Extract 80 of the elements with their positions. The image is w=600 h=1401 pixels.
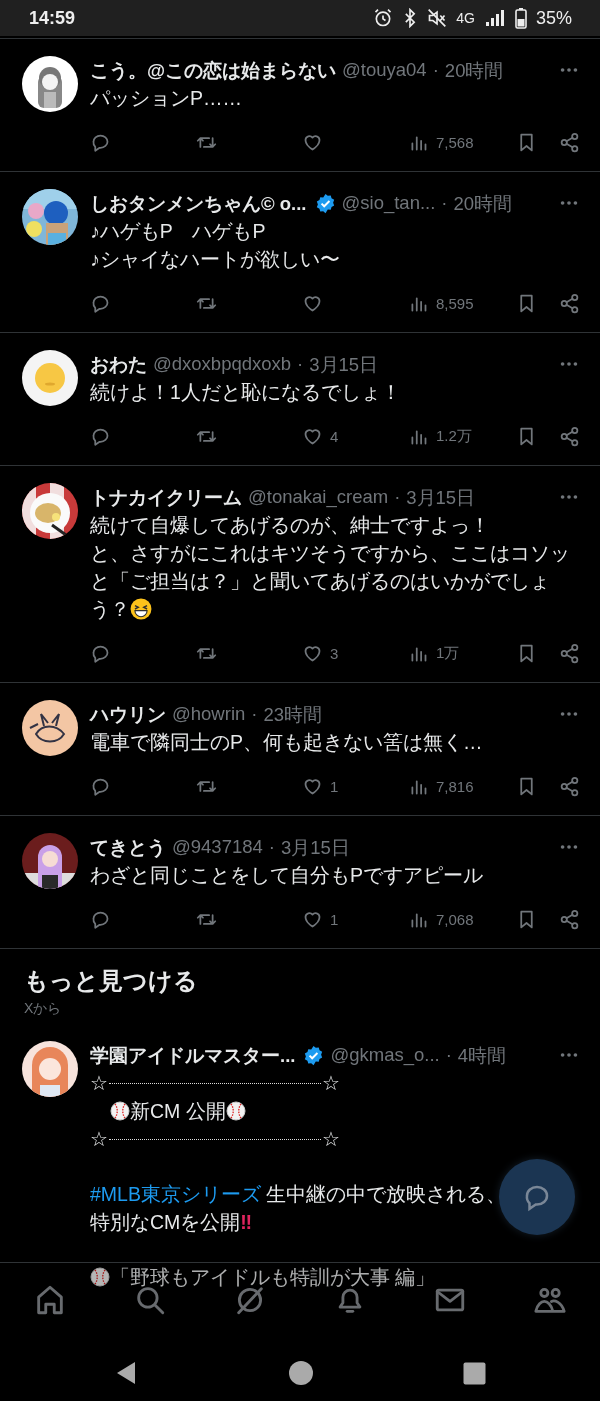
user-name[interactable]: ハウリン [90, 701, 166, 727]
post-text: 特別なCMを公開 [90, 1210, 241, 1235]
views-button[interactable]: 7,068 [408, 904, 504, 934]
user-handle[interactable]: @howrin [172, 703, 246, 725]
user-name[interactable]: 学園アイドルマスター... [90, 1042, 296, 1068]
grinning-face-icon [130, 598, 152, 620]
user-handle[interactable]: @dxoxbpqdxoxb [153, 353, 292, 375]
post-time: 3月15日 [406, 485, 476, 510]
post-time: 20時間 [444, 58, 504, 83]
network-type: 4G [456, 10, 475, 26]
post-text: 続けよ！1人だと恥になるでしょ！ [90, 380, 402, 405]
alarm-icon [373, 8, 394, 28]
share-icon [559, 131, 580, 153]
user-name[interactable]: トナカイクリーム [90, 484, 242, 510]
post-text: わざと同じことをして自分もPですアピール [90, 863, 484, 888]
post-text: ☆ [90, 1071, 108, 1096]
views-button[interactable]: 1.2万 [408, 421, 504, 451]
separator-dot: · [394, 486, 401, 508]
share-icon [559, 292, 580, 314]
separator-dot: · [432, 59, 439, 81]
share-icon [559, 642, 580, 664]
user-handle[interactable]: @gkmas_o... [330, 1044, 440, 1066]
post-text: ☆ [322, 1127, 340, 1152]
like-button[interactable]: 1 [302, 771, 408, 801]
chat-button[interactable] [499, 1159, 575, 1235]
separator-dot: · [441, 192, 448, 214]
separator-dot: · [251, 703, 258, 725]
post-time: 4時間 [457, 1043, 507, 1068]
section-title: もっと見つける [24, 966, 199, 996]
user-name[interactable]: こう。@この恋は始まらない [90, 57, 337, 83]
like-button[interactable]: 4 [302, 421, 408, 451]
hashtag-link[interactable]: #MLB東京シリーズ [90, 1180, 261, 1208]
battery-percent: 35% [535, 7, 572, 29]
like-button[interactable]: 3 [302, 638, 408, 668]
post-text: ♪シャイなハートが欲しい〜 [90, 247, 341, 272]
post-text: 続けて自爆してあげるのが、紳士ですよっ！ [90, 513, 491, 538]
post-text: と、さすがにこれはキツそうですから、ここはコソッ [90, 541, 571, 566]
like-button[interactable]: 1 [302, 904, 408, 934]
exclamation-mark: ‼ [240, 1210, 253, 1235]
views-button[interactable]: 7,816 [408, 771, 504, 801]
post-time: 20時間 [453, 191, 513, 216]
separator-dot: · [268, 836, 275, 858]
muted-speaker-icon [427, 8, 448, 28]
user-name[interactable]: しおタンメンちゃん© o... [90, 190, 307, 216]
post-time: 23時間 [263, 702, 323, 727]
post-text: ☆ [322, 1071, 340, 1096]
separator-dot: · [445, 1044, 452, 1066]
share-icon [559, 775, 580, 797]
post-time: 3月15日 [281, 835, 350, 860]
user-name[interactable]: てきとう [90, 834, 166, 860]
user-handle[interactable]: @9437184 [172, 836, 263, 858]
post-text: と「ご担当は？」と聞いてあげるのはいかがでしょ [90, 569, 551, 594]
user-name[interactable]: おわた [90, 351, 147, 377]
home-circle-icon[interactable] [287, 1360, 314, 1386]
clock-time: 14:59 [29, 7, 76, 29]
post-text: う？ [90, 597, 130, 622]
post-text: ♪ハゲもP ハゲもP [90, 219, 267, 244]
views-button[interactable]: 7,568 [408, 127, 504, 157]
recents-icon[interactable] [463, 1361, 486, 1385]
post-text: 電車で隣同士のP、何も起きない筈は無く… [90, 730, 484, 755]
user-handle[interactable]: @tonakai_cream [248, 486, 389, 508]
post-text: ☆ [90, 1127, 108, 1152]
share-icon [559, 425, 580, 447]
baseball-icon [90, 1267, 110, 1287]
post-text: 「野球もアイドルも特訓が大事 編」 [110, 1265, 436, 1290]
user-handle[interactable]: @sio_tan... [341, 192, 436, 214]
share-icon [559, 908, 580, 930]
post-text: 生中継の中で放映される、 [265, 1182, 507, 1207]
separator-dot: · [297, 353, 304, 375]
post-time: 3月15日 [309, 352, 379, 377]
baseball-icon [225, 1101, 246, 1121]
signal-icon [483, 8, 506, 28]
post-text: パッションP…… [90, 86, 243, 111]
post-text: 新CM 公開 [130, 1099, 226, 1124]
battery-icon [514, 7, 527, 29]
section-subtitle: Xから [24, 999, 63, 1018]
baseball-icon [110, 1101, 130, 1121]
views-button[interactable]: 8,595 [408, 288, 504, 318]
views-button[interactable]: 1万 [408, 638, 504, 668]
user-handle[interactable]: @touya04 [342, 59, 427, 81]
